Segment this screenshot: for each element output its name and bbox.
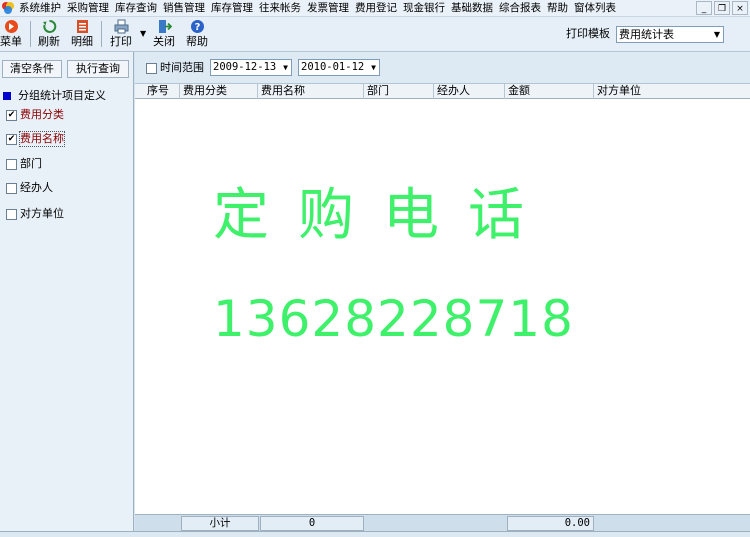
subtotal-count: 0 — [260, 516, 364, 531]
group-item-label: 费用分类 — [20, 108, 64, 121]
group-item-expense-name[interactable]: ✔ 费用名称 — [6, 131, 65, 147]
column-header-department[interactable]: 部门 — [364, 84, 434, 99]
exit-door-icon — [158, 20, 172, 33]
toolbar: 菜单 刷新 明细 打印 ▼ 关闭 ? 帮助 打印模板 费用统计表 ▼ — [0, 17, 750, 52]
start-date-picker[interactable]: 2009-12-13 ▼ — [210, 59, 292, 76]
print-button-label: 打印 — [110, 35, 132, 48]
column-header-expense-name[interactable]: 费用名称 — [258, 84, 364, 99]
help-icon: ? — [190, 20, 204, 33]
menu-help[interactable]: 帮助 — [544, 0, 571, 17]
window-controls: _ ❐ × — [696, 1, 748, 15]
printer-icon — [114, 19, 128, 34]
group-item-counterparty[interactable]: 对方单位 — [6, 206, 64, 222]
end-date-picker[interactable]: 2010-01-12 ▼ — [298, 59, 380, 76]
menu-reports[interactable]: 综合报表 — [496, 0, 544, 17]
menu-icon — [4, 20, 18, 33]
group-definition-title: 分组统计项目定义 — [18, 89, 106, 102]
detail-button[interactable]: 明细 — [69, 19, 95, 50]
detail-icon — [76, 20, 88, 33]
time-range-label: 时间范围 — [160, 61, 204, 74]
menu-system-maintenance[interactable]: 系统维护 — [16, 0, 64, 17]
menu-window-list[interactable]: 窗体列表 — [571, 0, 619, 17]
help-button[interactable]: ? 帮助 — [184, 19, 210, 50]
svg-text:?: ? — [194, 22, 200, 33]
refresh-icon — [42, 19, 56, 33]
app-logo-icon — [2, 2, 14, 14]
menu-stock-query[interactable]: 库存查询 — [112, 0, 160, 17]
minimize-button[interactable]: _ — [696, 1, 712, 15]
checkbox-checked-icon[interactable]: ✔ — [6, 133, 17, 145]
chevron-down-icon: ▼ — [283, 63, 288, 72]
column-header-handler[interactable]: 经办人 — [434, 84, 505, 99]
watermark-phone-number: 13628228718 — [213, 290, 574, 348]
restore-button[interactable]: ❐ — [714, 1, 730, 15]
print-template-select[interactable]: 费用统计表 ▼ — [616, 26, 724, 43]
execute-query-button[interactable]: 执行查询 — [67, 60, 129, 78]
results-grid[interactable]: 序号 费用分类 费用名称 部门 经办人 金额 对方单位 定购电话 1362822… — [135, 84, 750, 514]
group-item-label: 经办人 — [20, 181, 53, 194]
left-panel: 清空条件 执行查询 分组统计项目定义 ✔ 费用分类 ✔ 费用名称 部门 经办人 … — [0, 52, 134, 537]
print-button[interactable]: 打印 — [108, 19, 134, 50]
group-item-department[interactable]: 部门 — [6, 156, 42, 172]
end-date-value: 2010-01-12 — [301, 61, 365, 73]
start-date-value: 2009-12-13 — [213, 61, 277, 73]
section-marker-icon — [3, 92, 11, 100]
menu-button[interactable]: 菜单 — [0, 19, 22, 50]
menu-accounts[interactable]: 往来帐务 — [256, 0, 304, 17]
menu-button-label: 菜单 — [0, 35, 22, 48]
menu-cash-bank[interactable]: 现金银行 — [400, 0, 448, 17]
subtotal-label: 小计 — [181, 516, 259, 531]
column-header-amount[interactable]: 金额 — [505, 84, 594, 99]
watermark-order-title: 定购电话 — [213, 183, 553, 248]
menu-expense[interactable]: 费用登记 — [352, 0, 400, 17]
menu-stock-management[interactable]: 库存管理 — [208, 0, 256, 17]
column-header-counterparty[interactable]: 对方单位 — [594, 84, 750, 99]
toolbar-separator — [30, 21, 31, 47]
grid-footer: 小计 0 0.00 — [135, 514, 750, 531]
chevron-down-icon: ▼ — [713, 30, 720, 39]
grid-header: 序号 费用分类 费用名称 部门 经办人 金额 对方单位 — [135, 84, 750, 99]
status-bar — [0, 531, 750, 537]
menu-basic-data[interactable]: 基础数据 — [448, 0, 496, 17]
group-item-handler[interactable]: 经办人 — [6, 180, 53, 196]
checkbox-unchecked-icon[interactable] — [6, 158, 17, 170]
clear-conditions-button[interactable]: 清空条件 — [2, 60, 62, 78]
refresh-button-label: 刷新 — [38, 35, 60, 48]
checkbox-unchecked-icon[interactable] — [6, 182, 17, 194]
group-item-label: 部门 — [20, 157, 42, 170]
menu-invoice[interactable]: 发票管理 — [304, 0, 352, 17]
time-range-checkbox[interactable] — [146, 63, 157, 74]
chevron-down-icon: ▼ — [371, 63, 376, 72]
checkbox-checked-icon[interactable]: ✔ — [6, 109, 17, 121]
close-button-label: 关闭 — [153, 35, 175, 48]
print-template-label: 打印模板 — [566, 27, 610, 40]
group-item-expense-category[interactable]: ✔ 费用分类 — [6, 107, 64, 123]
group-item-label: 费用名称 — [19, 131, 65, 147]
toolbar-separator — [101, 21, 102, 47]
menu-items: 系统维护 采购管理 库存查询 销售管理 库存管理 往来帐务 发票管理 费用登记 … — [16, 0, 619, 17]
close-button[interactable]: 关闭 — [151, 19, 177, 50]
checkbox-unchecked-icon[interactable] — [6, 208, 17, 220]
print-dropdown-arrow-icon[interactable]: ▼ — [140, 29, 146, 38]
refresh-button[interactable]: 刷新 — [37, 19, 61, 50]
detail-button-label: 明细 — [71, 35, 93, 48]
help-button-label: 帮助 — [186, 35, 208, 48]
print-template-value: 费用统计表 — [619, 28, 674, 41]
menu-purchase[interactable]: 采购管理 — [64, 0, 112, 17]
subtotal-amount: 0.00 — [507, 516, 594, 531]
menu-bar: 系统维护 采购管理 库存查询 销售管理 库存管理 往来帐务 发票管理 费用登记 … — [0, 0, 750, 17]
group-item-label: 对方单位 — [20, 207, 64, 220]
filter-bar: 时间范围 2009-12-13 ▼ 2010-01-12 ▼ — [135, 52, 750, 84]
column-header-expense-category[interactable]: 费用分类 — [180, 84, 258, 99]
column-header-index[interactable]: 序号 — [144, 84, 180, 99]
close-window-button[interactable]: × — [732, 1, 748, 15]
menu-sales[interactable]: 销售管理 — [160, 0, 208, 17]
